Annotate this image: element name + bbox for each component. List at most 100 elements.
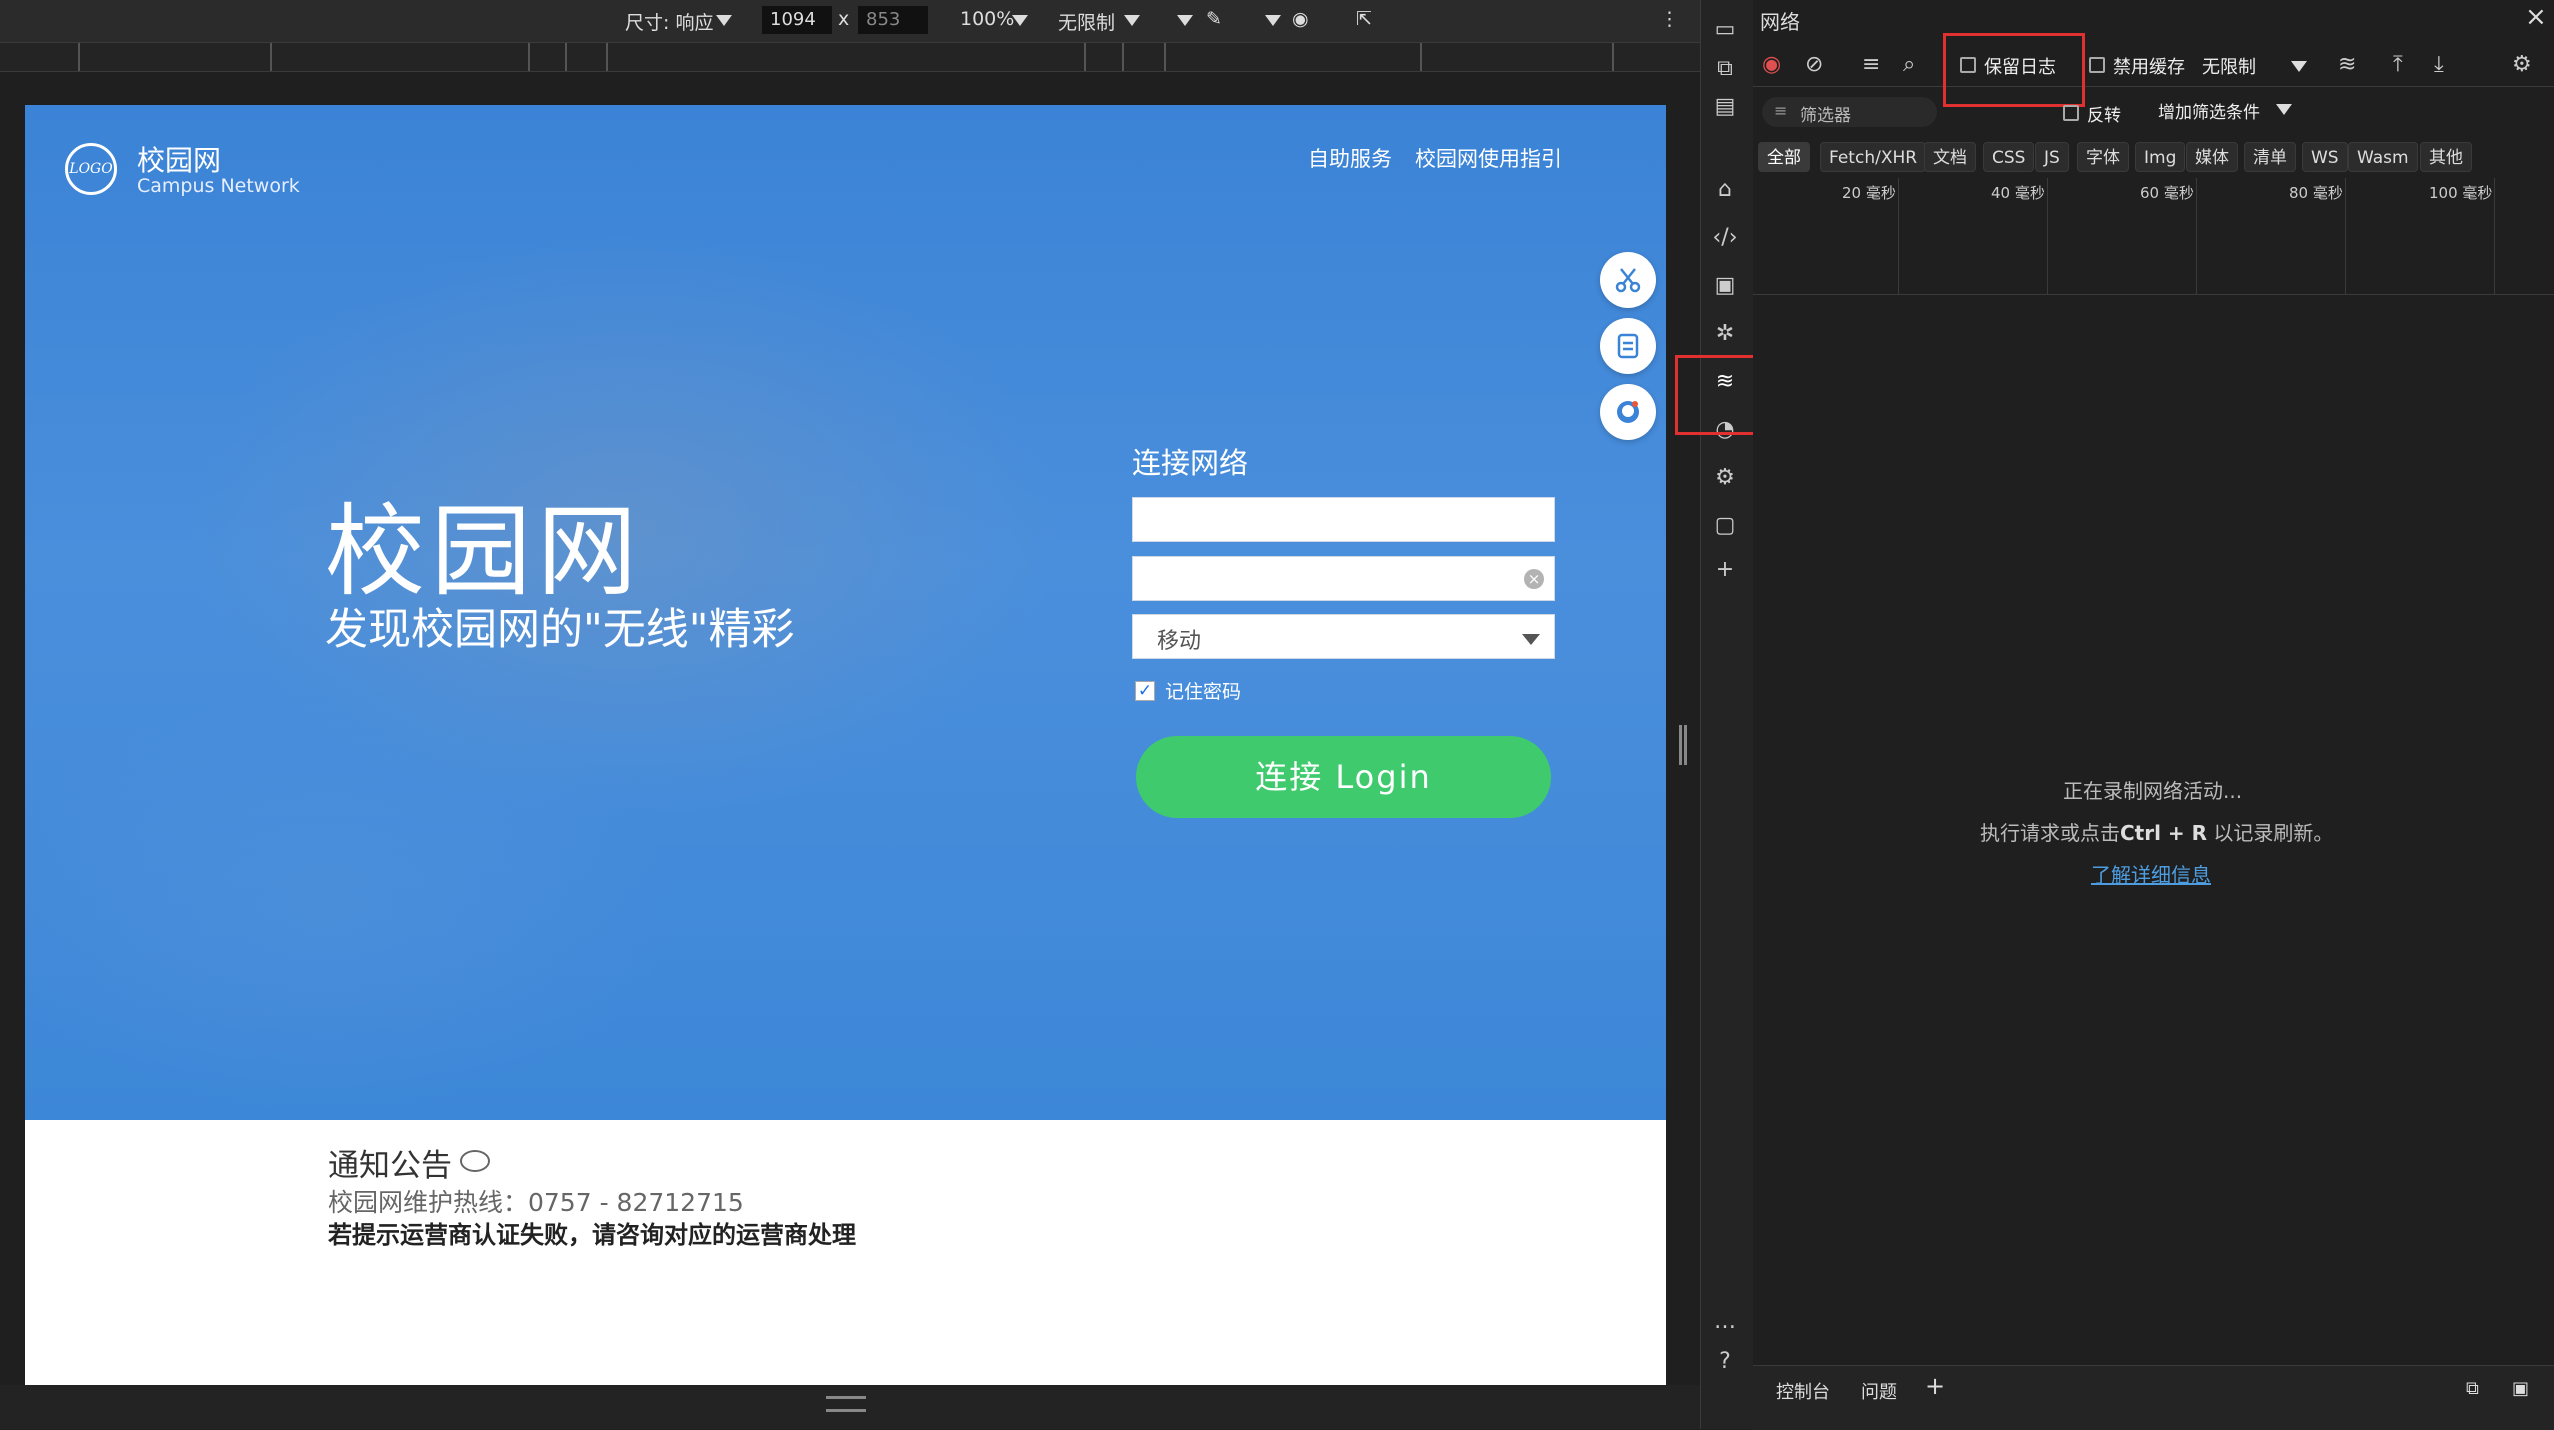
chevron-down-icon[interactable] <box>1265 15 1281 26</box>
ruler-segment[interactable] <box>528 43 530 71</box>
add-tool-icon[interactable]: + <box>1711 556 1739 584</box>
times-sign: x <box>838 8 850 30</box>
shortcut-key: Ctrl + R <box>2120 821 2208 845</box>
dimensions-dropdown[interactable]: 尺寸: 响应 <box>625 8 713 35</box>
home-icon[interactable]: ⌂ <box>1711 176 1739 204</box>
type-filter-all[interactable]: 全部 <box>1758 142 1810 172</box>
type-filter-ws[interactable]: WS <box>2302 142 2348 172</box>
invert-label[interactable]: 反转 <box>2087 101 2121 126</box>
eyedropper-icon[interactable]: ✎ <box>1206 8 1222 30</box>
help-icon[interactable]: ? <box>1711 1348 1739 1376</box>
download-icon[interactable]: ⤓ <box>2434 52 2444 77</box>
ruler-segment[interactable] <box>1420 43 1422 71</box>
upload-icon[interactable]: ⤒ <box>2393 52 2403 77</box>
remember-password-checkbox[interactable]: ✓ <box>1135 681 1155 701</box>
drawer-tab-console[interactable]: 控制台 <box>1776 1378 1830 1404</box>
drawer-tab-issues[interactable]: 问题 <box>1861 1378 1897 1404</box>
device-toolbar: 尺寸: 响应 1094 x 853 100% 无限制 ✎ ◉ ⇱ ⋮ <box>0 0 1700 43</box>
throttle-select[interactable]: 无限制 <box>2202 53 2256 79</box>
clear-icon[interactable]: ⊘ <box>1805 52 1823 77</box>
disable-cache-checkbox[interactable] <box>2089 57 2105 73</box>
disable-cache-label[interactable]: 禁用缓存 <box>2113 53 2185 79</box>
filter-placeholder: 筛选器 <box>1800 106 1851 126</box>
network-conditions-icon[interactable]: ≋ <box>2338 52 2356 77</box>
password-field[interactable]: × <box>1132 556 1555 601</box>
type-filter-font[interactable]: 字体 <box>2077 142 2129 172</box>
viewport-height-grip[interactable] <box>826 1396 866 1412</box>
chevron-down-icon[interactable] <box>1012 15 1028 26</box>
throttle-dropdown[interactable]: 无限制 <box>1058 8 1115 35</box>
dock-side-icon[interactable]: ⧉ <box>2466 1378 2479 1399</box>
login-button[interactable]: 连接 Login <box>1136 736 1551 818</box>
username-field[interactable] <box>1132 497 1555 542</box>
eye-icon[interactable]: ◉ <box>1292 8 1309 30</box>
ruler-segment[interactable] <box>270 43 272 71</box>
learn-more-link[interactable]: 了解详细信息 <box>2091 859 2211 888</box>
search-icon[interactable]: ⌕ <box>1903 52 1915 77</box>
type-filter-document[interactable]: 文档 <box>1924 142 1976 172</box>
chevron-down-icon[interactable] <box>1177 15 1193 26</box>
scissors-button[interactable] <box>1600 252 1656 308</box>
ruler-segment[interactable] <box>565 43 567 71</box>
device-emulation-icon[interactable]: ▭ <box>1711 16 1739 44</box>
height-input[interactable]: 853 <box>858 6 928 34</box>
notes-button[interactable] <box>1600 318 1656 374</box>
timeline-tick: 80 毫秒 <box>2289 184 2343 202</box>
more-tools-icon[interactable]: … <box>1711 1308 1739 1336</box>
application-icon[interactable]: ▢ <box>1711 512 1739 540</box>
viewport-resize-handle[interactable] <box>1679 725 1687 765</box>
record-icon[interactable]: ◉ <box>1762 52 1781 77</box>
type-filter-fetch-xhr[interactable]: Fetch/XHR <box>1820 142 1927 172</box>
close-icon[interactable]: × <box>2525 2 2547 32</box>
ruler-segment[interactable] <box>1122 43 1124 71</box>
logo[interactable]: LOGO <box>65 143 117 195</box>
type-filter-manifest[interactable]: 清单 <box>2244 142 2296 172</box>
more-filters-dropdown[interactable]: 增加筛选条件 <box>2158 98 2260 123</box>
elements-icon[interactable]: ‹/› <box>1711 224 1739 252</box>
chevron-down-icon[interactable] <box>2291 61 2307 72</box>
ruler-segment[interactable] <box>606 43 608 71</box>
clear-icon[interactable]: × <box>1524 569 1544 589</box>
type-filter-img[interactable]: Img <box>2135 142 2186 172</box>
hero-section: LOGO 校园网 Campus Network 自助服务 校园网使用指引 校园网… <box>25 105 1666 1120</box>
login-form-title: 连接网络 <box>1132 446 1249 480</box>
rotate-icon[interactable]: ⇱ <box>1356 8 1372 30</box>
carrier-select[interactable]: 移动 <box>1132 614 1555 659</box>
ruler-segment[interactable] <box>78 43 80 71</box>
undock-icon[interactable]: ▣ <box>2512 1378 2529 1399</box>
filter-icon[interactable]: ≡ <box>1862 52 1880 77</box>
bug-icon[interactable]: ✲ <box>1711 320 1739 348</box>
zoom-dropdown[interactable]: 100% <box>960 8 1014 30</box>
chevron-down-icon[interactable] <box>716 15 732 26</box>
dock-icon[interactable]: ▤ <box>1711 93 1739 121</box>
type-filter-other[interactable]: 其他 <box>2420 142 2472 172</box>
add-tab-icon[interactable]: + <box>1925 1372 1945 1400</box>
qq-chat-button[interactable] <box>1600 384 1656 440</box>
chevron-down-icon[interactable] <box>1124 15 1140 26</box>
settings-gear-icon[interactable]: ⚙ <box>1711 464 1739 492</box>
nav-link-guide[interactable]: 校园网使用指引 <box>1415 143 1562 173</box>
inspect-icon[interactable]: ⧉ <box>1711 55 1739 83</box>
ruler-segment[interactable] <box>1164 43 1166 71</box>
nav-link-self-service[interactable]: 自助服务 <box>1308 143 1392 173</box>
recording-hint-suffix: 以记录刷新。 <box>2213 821 2334 845</box>
settings-gear-icon[interactable]: ⚙ <box>2512 52 2532 77</box>
timeline-tick: 40 毫秒 <box>1991 184 2045 202</box>
width-input[interactable]: 1094 <box>762 6 832 34</box>
console-icon[interactable]: ▣ <box>1711 272 1739 300</box>
type-filter-js[interactable]: JS <box>2035 142 2069 172</box>
timeline-gridline <box>2345 178 2346 294</box>
remember-password-label[interactable]: 记住密码 <box>1165 677 1241 704</box>
more-options-icon[interactable]: ⋮ <box>1660 8 1679 30</box>
invert-checkbox[interactable] <box>2063 105 2079 121</box>
type-filter-wasm[interactable]: Wasm <box>2348 142 2418 172</box>
chevron-down-icon[interactable] <box>2276 104 2292 115</box>
filter-input[interactable]: ≡ 筛选器 <box>1762 97 1937 127</box>
type-filter-css[interactable]: CSS <box>1983 142 2035 172</box>
ruler-segment[interactable] <box>1612 43 1614 71</box>
notice-hotline: 校园网维护热线：0757 - 82712715 <box>328 1188 744 1217</box>
timeline-gridline <box>2047 178 2048 294</box>
ruler-segment[interactable] <box>1084 43 1086 71</box>
type-filter-media[interactable]: 媒体 <box>2186 142 2238 172</box>
timeline-gridline <box>1898 178 1899 294</box>
